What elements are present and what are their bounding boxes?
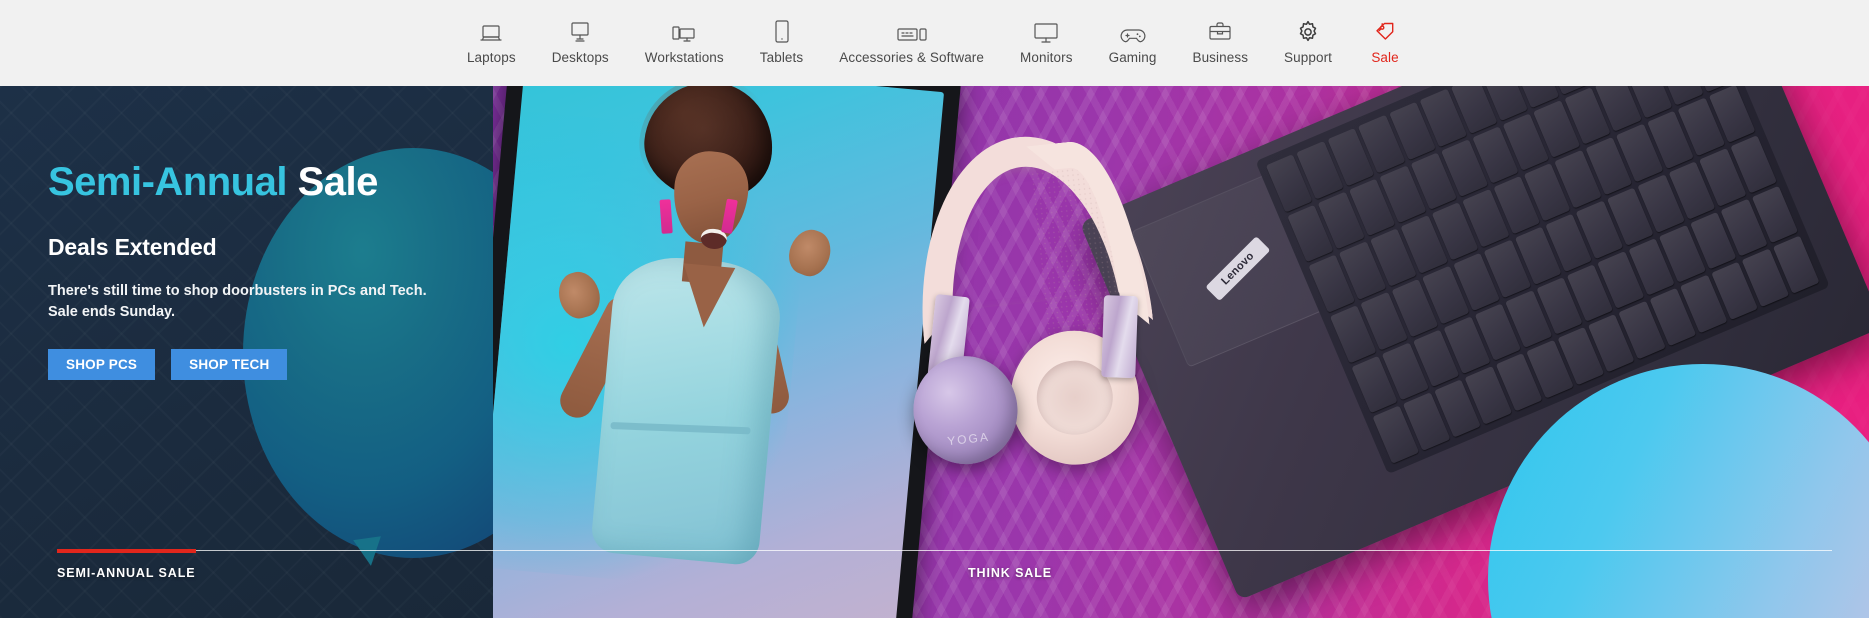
nav-item-sale[interactable]: Sale (1350, 0, 1420, 65)
subject-neckline (678, 263, 736, 331)
nav-item-workstations[interactable]: Workstations (627, 0, 742, 65)
nav-label: Laptops (466, 50, 516, 65)
lifestyle-photo-subject (493, 86, 944, 618)
shop-tech-button[interactable]: SHOP TECH (171, 349, 288, 381)
nav-label: Support (1284, 50, 1333, 65)
nav-label: Gaming (1108, 50, 1157, 65)
nav-item-accessories-software[interactable]: Accessories & Software (821, 0, 1002, 65)
workstation-icon (671, 18, 697, 44)
tablet-icon (773, 18, 791, 44)
hero-banner: Lenovo YOGA Semi-Annual Sale Deals Exten… (0, 86, 1869, 618)
carousel-tab-think-sale[interactable]: THINK SALE (968, 566, 1052, 580)
subject-left-hand (553, 266, 605, 323)
hero-imagery: Lenovo YOGA (493, 86, 1869, 618)
hero-copy-block: Semi-Annual Sale Deals Extended There's … (48, 160, 478, 381)
headphones-product-image: YOGA (876, 122, 1200, 490)
nav-item-desktops[interactable]: Desktops (534, 0, 627, 65)
nav-label: Accessories & Software (839, 50, 985, 65)
laptop-icon (479, 18, 503, 44)
nav-label: Monitors (1020, 50, 1073, 65)
nav-label: Tablets (759, 50, 804, 65)
nav-item-monitors[interactable]: Monitors (1002, 0, 1091, 65)
primary-navigation: Laptops Desktops Workstations Tablets Ac… (0, 0, 1869, 86)
nav-item-gaming[interactable]: Gaming (1091, 0, 1175, 65)
carousel-progress-indicator (57, 549, 196, 553)
nav-label: Business (1192, 50, 1249, 65)
hero-description: There's still time to shop doorbusters i… (48, 283, 427, 321)
carousel-divider (57, 550, 1832, 551)
headphone-right-slider (1101, 295, 1139, 379)
accessories-icon (897, 18, 927, 44)
tablet-screen (493, 86, 945, 618)
hero-title-accent: Semi-Annual (48, 160, 287, 204)
nav-label: Workstations (644, 50, 724, 65)
desktop-icon (568, 18, 592, 44)
gamepad-icon (1119, 18, 1147, 44)
headphone-left-earcup: YOGA (908, 351, 1023, 470)
nav-label: Desktops (551, 50, 609, 65)
nav-item-laptops[interactable]: Laptops (449, 0, 534, 65)
carousel-tab-bar: SEMI-ANNUAL SALE THINK SALE (0, 549, 1869, 618)
nav-item-tablets[interactable]: Tablets (742, 0, 821, 65)
carousel-tab-semi-annual-sale[interactable]: SEMI-ANNUAL SALE (57, 566, 195, 580)
hero-subtitle: Deals Extended (48, 234, 217, 260)
subject-right-hand (783, 223, 838, 282)
hero-cta-group: SHOP PCS SHOP TECH (48, 349, 478, 381)
monitor-icon (1033, 18, 1059, 44)
nav-label: Sale (1371, 50, 1399, 65)
gear-icon (1296, 18, 1320, 44)
yoga-brand-label: YOGA (946, 429, 991, 449)
hero-title: Semi-Annual Sale (48, 160, 478, 204)
briefcase-icon (1208, 18, 1232, 44)
subject-left-earring (659, 198, 673, 234)
shop-pcs-button[interactable]: SHOP PCS (48, 349, 156, 381)
hero-title-rest: Sale (286, 160, 379, 204)
nav-item-business[interactable]: Business (1174, 0, 1266, 65)
nav-item-support[interactable]: Support (1266, 0, 1350, 65)
price-tag-icon (1373, 18, 1397, 44)
